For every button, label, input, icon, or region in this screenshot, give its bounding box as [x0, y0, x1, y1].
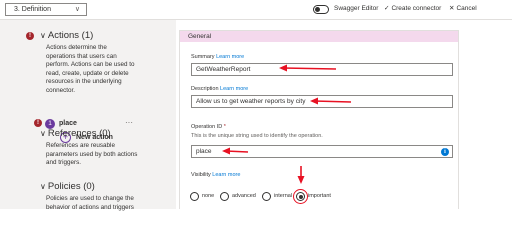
cancel-button[interactable]: ✕ Cancel [449, 4, 477, 12]
description-label: Description Learn more [191, 86, 248, 92]
summary-label-text: Summary [191, 54, 215, 60]
chevron-down-icon: ∨ [40, 129, 46, 138]
radio-circle-selected [296, 192, 305, 201]
radio-circle [262, 192, 271, 201]
chevron-down-icon: ∨ [40, 182, 46, 191]
error-icon: ! [26, 32, 34, 40]
description-input[interactable]: Allow us to get weather reports by city [191, 95, 453, 108]
operation-id-label-text: Operation ID [191, 124, 223, 130]
radio-label: advanced [232, 193, 256, 199]
operation-id-input[interactable]: place i [191, 145, 453, 158]
radio-circle [190, 192, 199, 201]
more-options-icon[interactable]: ··· [125, 118, 133, 127]
visibility-learn-more-link[interactable]: Learn more [212, 172, 240, 178]
chevron-down-icon: ∨ [40, 31, 46, 40]
info-icon[interactable]: i [441, 148, 449, 156]
summary-learn-more-link[interactable]: Learn more [216, 54, 244, 60]
operation-id-hint: This is the unique string used to identi… [191, 133, 323, 139]
swagger-editor-label: Swagger Editor [334, 5, 379, 12]
step-dropdown[interactable]: 3. Definition ∨ [5, 3, 87, 16]
toggle-knob [315, 7, 320, 12]
actions-section-header[interactable]: ∨ Actions (1) [40, 30, 160, 41]
operation-id-label: Operation ID * [191, 124, 226, 130]
required-mark: * [223, 124, 226, 130]
radio-label: important [308, 193, 331, 199]
references-section-header[interactable]: ∨ References (0) [40, 128, 160, 139]
radio-label: internal [274, 193, 293, 199]
chevron-down-icon: ∨ [74, 6, 80, 13]
description-label-text: Description [191, 86, 219, 92]
close-icon: ✕ [449, 5, 455, 12]
summary-value: GetWeatherReport [196, 66, 251, 73]
general-card: General Summary Learn more GetWeatherRep… [179, 30, 459, 209]
references-section: ∨ References (0) References are reusable … [40, 128, 160, 168]
actions-description: Actions determine the operations that us… [46, 44, 135, 94]
action-item-label: place [59, 120, 77, 127]
policies-description: Policies are used to change the behavior… [46, 195, 134, 211]
radio-circle [220, 192, 229, 201]
general-header: General [180, 31, 458, 42]
visibility-label: Visibility Learn more [191, 172, 240, 178]
swagger-editor-toggle[interactable] [313, 5, 329, 14]
actions-title: Actions (1) [47, 30, 94, 41]
create-connector-button[interactable]: ✓ Create connector [384, 4, 441, 12]
radio-label: none [202, 193, 215, 199]
description-value: Allow us to get weather reports by city [196, 98, 306, 105]
policies-section-header[interactable]: ∨ Policies (0) [40, 181, 160, 192]
summary-label: Summary Learn more [191, 54, 244, 60]
description-learn-more-link[interactable]: Learn more [220, 86, 248, 92]
actions-section: ∨ Actions (1) Actions determine the opera… [40, 30, 160, 95]
action-error-icon: ! [34, 119, 42, 127]
create-connector-label: Create connector [391, 5, 442, 12]
cancel-label: Cancel [456, 5, 477, 12]
references-title: References (0) [47, 128, 111, 139]
references-description: References are reusable parameters used … [46, 142, 138, 166]
left-panel: ! ∨ Actions (1) Actions determine the ope… [0, 20, 176, 212]
summary-input[interactable]: GetWeatherReport [191, 63, 453, 76]
visibility-label-text: Visibility [191, 172, 211, 178]
policies-section: ∨ Policies (0) Policies are used to chang… [40, 181, 160, 212]
operation-id-value: place [196, 148, 212, 155]
checkmark-icon: ✓ [384, 5, 390, 12]
step-dropdown-label: 3. Definition [14, 6, 51, 13]
main-panel: General Summary Learn more GetWeatherRep… [176, 20, 512, 209]
policies-title: Policies (0) [47, 181, 95, 192]
top-bar: 3. Definition ∨ Swagger Editor ✓ Create c… [0, 0, 512, 20]
